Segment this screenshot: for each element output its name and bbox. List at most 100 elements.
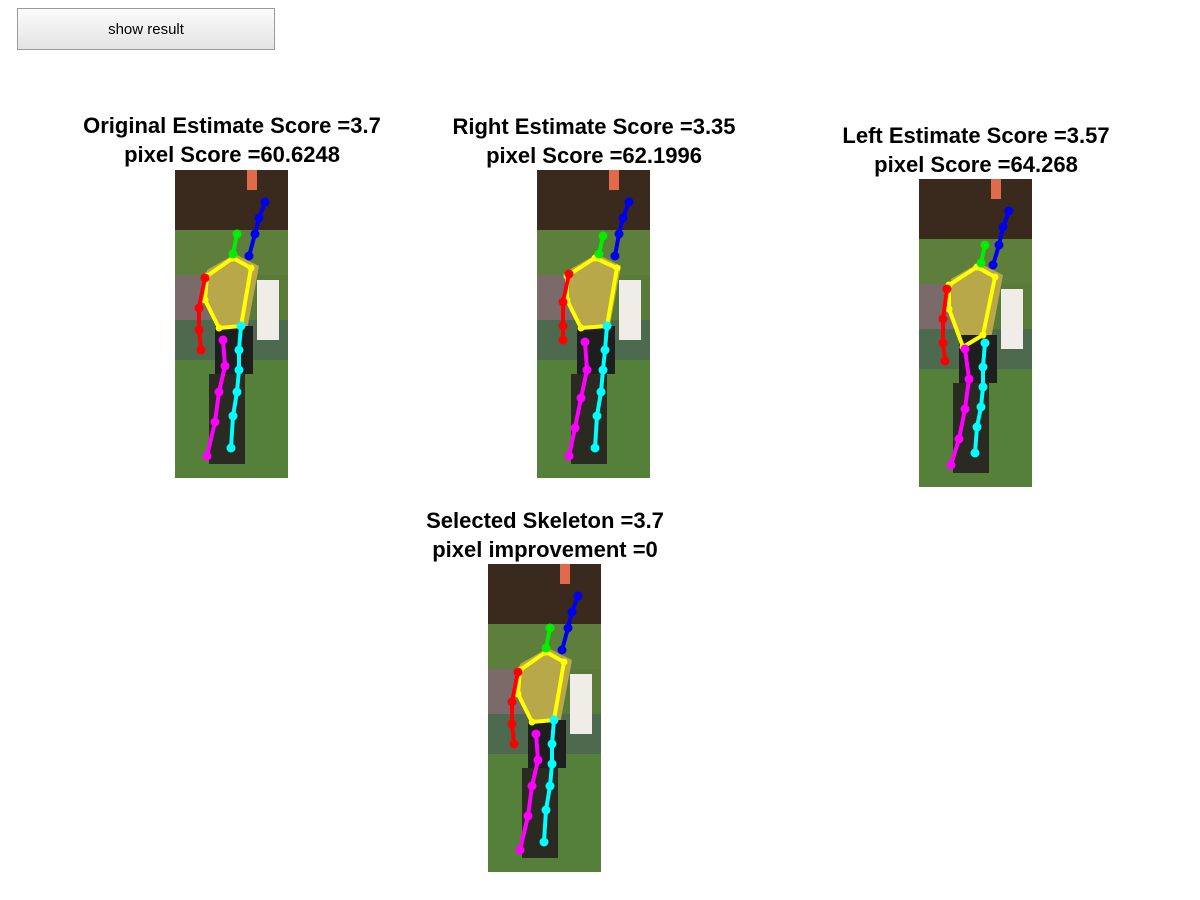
- torso-joint: [613, 264, 621, 272]
- right-arm-joint: [507, 697, 517, 707]
- pose-photo: [537, 170, 650, 478]
- show-result-button[interactable]: show result: [17, 8, 275, 50]
- right-arm-joint: [194, 303, 204, 313]
- right-leg-joint: [976, 402, 986, 412]
- right-leg-joint: [978, 382, 988, 392]
- torso-joint: [215, 324, 223, 332]
- left-arm-raised-joint: [624, 197, 634, 207]
- left-arm-raised-joint: [998, 222, 1008, 232]
- left-leg-joint: [214, 387, 224, 397]
- right-arm-joint: [558, 335, 568, 345]
- left-leg-joint: [576, 393, 586, 403]
- white-post: [619, 280, 641, 340]
- right-leg-joint: [978, 362, 988, 372]
- left-leg-joint: [946, 460, 956, 470]
- right-arm-joint: [507, 719, 517, 729]
- right-leg-joint: [547, 759, 557, 769]
- right-arm-joint: [558, 321, 568, 331]
- pose-image: [537, 170, 650, 478]
- right-leg-joint: [234, 365, 244, 375]
- left-arm-raised-joint: [244, 251, 254, 261]
- left-leg-joint: [202, 451, 212, 461]
- pose-photo: [488, 564, 601, 872]
- pixel-score-label: pixel Score =64.268: [874, 152, 1078, 177]
- torso-joint: [247, 264, 255, 272]
- left-arm-raised-joint: [1004, 206, 1014, 216]
- right-arm-joint: [196, 345, 206, 355]
- pose-image: [175, 170, 288, 478]
- panel-title: Left Estimate Score =3.57 pixel Score =6…: [756, 121, 1196, 179]
- left-leg-joint: [220, 361, 230, 371]
- head-joint: [541, 643, 551, 653]
- left-arm-raised-joint: [988, 260, 998, 270]
- pose-image: [488, 564, 601, 872]
- right-leg-joint: [232, 387, 242, 397]
- left-arm-raised-joint: [610, 251, 620, 261]
- panel-title: Selected Skeleton =3.7 pixel improvement…: [325, 506, 765, 564]
- white-post: [1001, 289, 1023, 349]
- left-arm-raised-joint: [260, 197, 270, 207]
- right-arm-joint: [942, 284, 952, 294]
- right-leg-joint: [545, 781, 555, 791]
- torso-joint: [979, 331, 987, 339]
- left-leg-joint: [582, 365, 592, 375]
- right-leg-joint: [234, 345, 244, 355]
- right-leg-joint: [539, 837, 549, 847]
- left-leg-joint: [964, 374, 974, 384]
- left-arm-raised-joint: [557, 645, 567, 655]
- left-leg-joint: [218, 335, 228, 345]
- head-joint: [545, 623, 555, 633]
- estimate-score-label: Left Estimate Score =3.57: [842, 123, 1110, 148]
- right-leg-joint: [226, 443, 236, 453]
- right-arm-joint: [938, 338, 948, 348]
- raised-flag: [991, 179, 1001, 199]
- trees-background: [919, 179, 1032, 239]
- right-arm-joint: [938, 314, 948, 324]
- pixel-score-label: pixel Score =62.1996: [486, 143, 702, 168]
- left-arm-raised-joint: [250, 229, 260, 239]
- left-leg-joint: [210, 417, 220, 427]
- left-leg-joint: [580, 337, 590, 347]
- left-arm-raised-joint: [573, 591, 583, 601]
- left-arm-raised-joint: [567, 607, 577, 617]
- right-arm-joint: [940, 356, 950, 366]
- right-arm-joint: [513, 667, 523, 677]
- torso-joint: [560, 658, 568, 666]
- left-arm-raised-joint: [618, 213, 628, 223]
- right-leg-joint: [600, 345, 610, 355]
- white-post: [257, 280, 279, 340]
- right-leg-joint: [547, 739, 557, 749]
- left-arm-raised-joint: [994, 240, 1004, 250]
- trees-background: [175, 170, 288, 230]
- left-leg-joint: [515, 845, 525, 855]
- raised-flag: [247, 170, 257, 190]
- right-leg-joint: [228, 411, 238, 421]
- right-leg-joint: [590, 443, 600, 453]
- right-leg-joint: [236, 321, 246, 331]
- torso-joint: [577, 324, 585, 332]
- torso-joint: [991, 273, 999, 281]
- left-arm-raised-joint: [254, 213, 264, 223]
- pose-photo: [919, 179, 1032, 487]
- raised-flag: [560, 564, 570, 584]
- right-leg-joint: [592, 411, 602, 421]
- pose-photo: [175, 170, 288, 478]
- left-leg-joint: [960, 344, 970, 354]
- head-joint: [228, 249, 238, 259]
- head-joint: [980, 240, 990, 250]
- right-leg-joint: [602, 321, 612, 331]
- pose-image: [919, 179, 1032, 487]
- right-leg-joint: [980, 338, 990, 348]
- selected-score-label: Selected Skeleton =3.7: [426, 508, 664, 533]
- head-joint: [232, 229, 242, 239]
- right-leg-joint: [970, 448, 980, 458]
- estimate-score-label: Right Estimate Score =3.35: [452, 114, 736, 139]
- right-leg-joint: [541, 805, 551, 815]
- white-post: [570, 674, 592, 734]
- trees-background: [537, 170, 650, 230]
- left-leg-joint: [533, 755, 543, 765]
- left-leg-joint: [527, 781, 537, 791]
- left-arm-raised-joint: [563, 623, 573, 633]
- left-leg-joint: [954, 434, 964, 444]
- left-leg-joint: [523, 811, 533, 821]
